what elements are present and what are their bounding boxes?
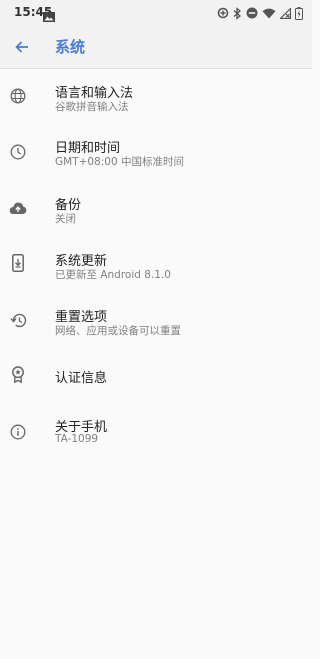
setting-subtitle: 关闭	[55, 213, 76, 225]
battery-charging-icon	[295, 6, 303, 20]
setting-subtitle: GMT+08:00 中国标准时间	[55, 156, 185, 168]
setting-date-time[interactable]: 日期和时间 GMT+08:00 中国标准时间	[0, 125, 312, 181]
setting-subtitle: TA-1099	[55, 433, 99, 445]
info-icon	[9, 423, 27, 441]
setting-system-update[interactable]: 系统更新 已更新至 Android 8.1.0	[0, 237, 312, 293]
back-button[interactable]	[8, 33, 36, 61]
setting-title: 认证信息	[55, 371, 108, 386]
settings-list: 语言和输入法 谷歌拼音输入法 日期和时间 GMT+08:00 中国标准时间 备份…	[0, 69, 312, 461]
setting-certification[interactable]: 认证信息	[0, 349, 312, 405]
certificate-icon	[9, 365, 27, 383]
page-title: 系统	[55, 38, 86, 56]
setting-subtitle: 网络、应用或设备可以重置	[55, 325, 181, 337]
app-bar: 系统	[0, 26, 312, 69]
setting-subtitle: 谷歌拼音输入法	[55, 101, 129, 113]
setting-language-input[interactable]: 语言和输入法 谷歌拼音输入法	[0, 69, 312, 125]
setting-about-phone[interactable]: 关于手机 TA-1099	[0, 405, 312, 461]
no-signal-icon	[280, 7, 291, 19]
system-update-icon	[9, 254, 27, 272]
setting-reset-options[interactable]: 重置选项 网络、应用或设备可以重置	[0, 293, 312, 349]
bluetooth-icon	[233, 6, 242, 20]
clock-icon	[9, 143, 27, 161]
cloud-upload-icon	[9, 199, 27, 217]
do-not-disturb-icon	[246, 7, 258, 19]
globe-icon	[9, 87, 27, 105]
wifi-icon	[262, 8, 276, 19]
setting-backup[interactable]: 备份 关闭	[0, 181, 312, 237]
setting-subtitle: 已更新至 Android 8.1.0	[55, 269, 171, 281]
arrow-back-icon	[15, 41, 28, 53]
status-icons	[217, 5, 303, 21]
restore-icon	[9, 311, 27, 329]
image-notification-icon	[43, 7, 55, 22]
status-bar: 15:45	[0, 0, 312, 26]
screen: 15:45 系统 语言和输入法 谷歌拼音输入法 日期和时间 GMT+08:00 …	[0, 0, 312, 659]
data-saver-icon	[217, 7, 229, 19]
